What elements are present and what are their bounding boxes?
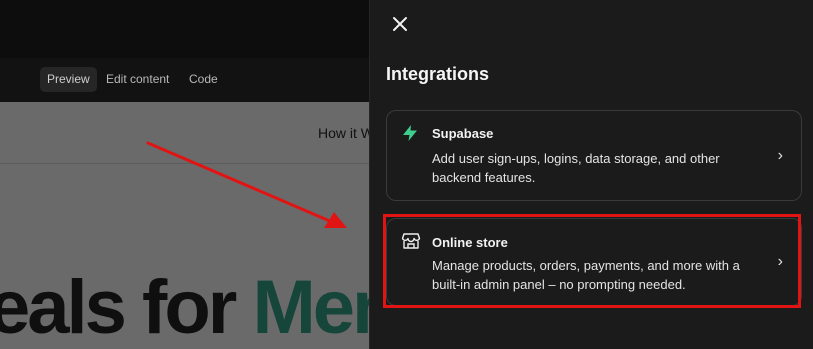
annotation-arrow <box>146 141 347 228</box>
chevron-right-icon: › <box>777 253 783 270</box>
integration-card-online-store[interactable]: Online store Manage products, orders, pa… <box>386 218 802 306</box>
chevron-right-icon: › <box>777 147 783 164</box>
integration-description: Add user sign-ups, logins, data storage,… <box>432 151 720 185</box>
integration-card-supabase[interactable]: Supabase Add user sign-ups, logins, data… <box>386 110 802 201</box>
integration-description: Manage products, orders, payments, and m… <box>432 258 740 292</box>
supabase-bolt-icon <box>401 124 419 147</box>
drawer-title: Integrations <box>386 64 490 84</box>
integration-title: Supabase <box>432 126 494 141</box>
storefront-icon <box>401 232 421 255</box>
integration-title: Online store <box>432 235 508 250</box>
close-icon[interactable] <box>388 12 412 36</box>
integrations-drawer: Integrations Supabase Add user sign-ups,… <box>369 0 813 349</box>
